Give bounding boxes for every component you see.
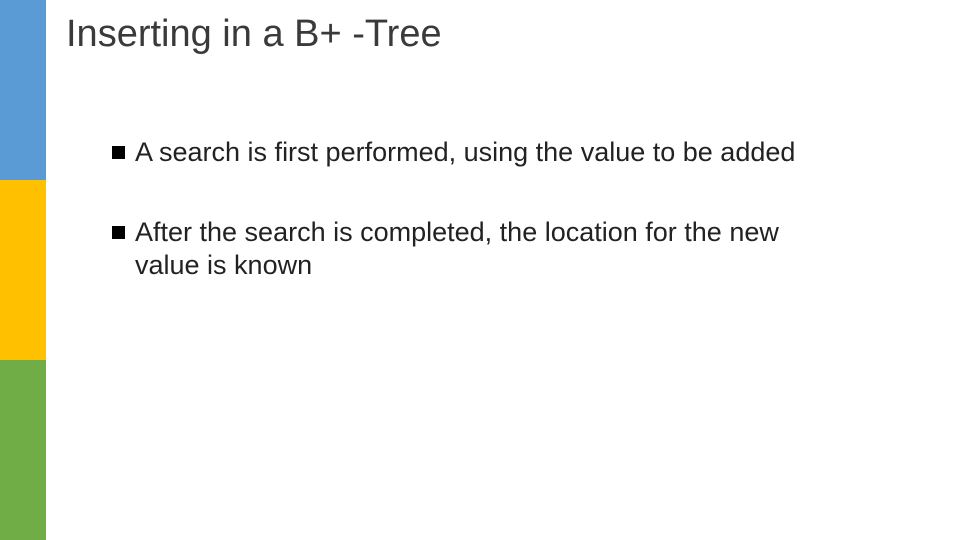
- page-title: Inserting in a B+ -Tree: [66, 14, 940, 56]
- sidebar-segment-green: [0, 360, 46, 540]
- content: Inserting in a B+ -Tree A search is firs…: [66, 14, 940, 329]
- bullet-icon: [112, 146, 125, 159]
- sidebar-segment-blue: [0, 0, 46, 180]
- list-item-text: After the search is completed, the locat…: [135, 216, 832, 284]
- bullet-icon: [112, 226, 125, 239]
- bullet-list: A search is first performed, using the v…: [112, 136, 832, 283]
- sidebar: [0, 0, 46, 540]
- list-item: After the search is completed, the locat…: [112, 216, 832, 284]
- slide: Inserting in a B+ -Tree A search is firs…: [0, 0, 960, 540]
- list-item-text: A search is first performed, using the v…: [135, 136, 832, 170]
- sidebar-segment-yellow: [0, 180, 46, 360]
- list-item: A search is first performed, using the v…: [112, 136, 832, 170]
